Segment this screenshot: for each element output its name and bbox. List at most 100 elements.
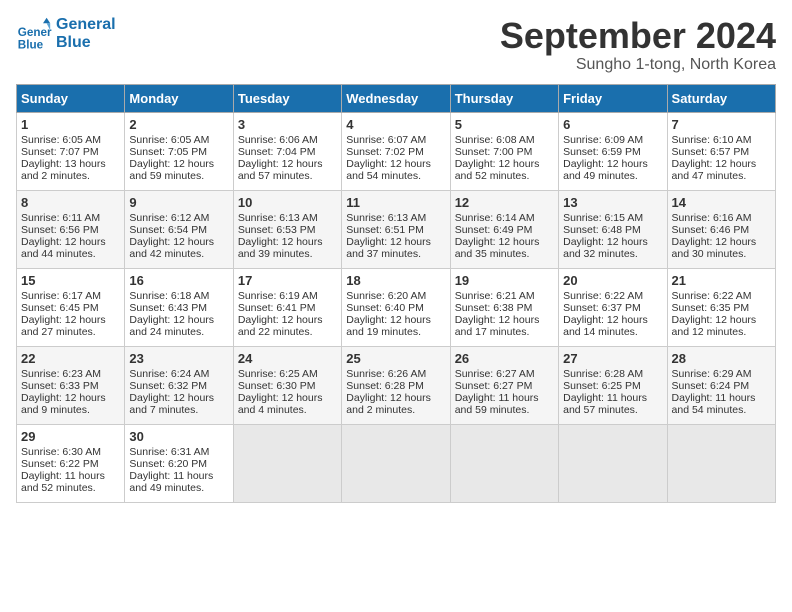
day-number: 5 xyxy=(455,117,554,132)
calendar-cell: 30Sunrise: 6:31 AMSunset: 6:20 PMDayligh… xyxy=(125,424,233,502)
calendar-cell: 13Sunrise: 6:15 AMSunset: 6:48 PMDayligh… xyxy=(559,190,667,268)
day-info: Daylight: 12 hours xyxy=(563,314,662,326)
calendar-cell: 22Sunrise: 6:23 AMSunset: 6:33 PMDayligh… xyxy=(17,346,125,424)
day-number: 23 xyxy=(129,351,228,366)
day-number: 8 xyxy=(21,195,120,210)
day-info: Sunset: 6:59 PM xyxy=(563,146,662,158)
day-info: and 12 minutes. xyxy=(672,326,771,338)
day-info: and 52 minutes. xyxy=(455,170,554,182)
calendar-cell: 17Sunrise: 6:19 AMSunset: 6:41 PMDayligh… xyxy=(233,268,341,346)
day-info: Daylight: 12 hours xyxy=(346,158,445,170)
day-info: Daylight: 12 hours xyxy=(672,236,771,248)
calendar-cell: 15Sunrise: 6:17 AMSunset: 6:45 PMDayligh… xyxy=(17,268,125,346)
day-info: and 47 minutes. xyxy=(672,170,771,182)
day-info: and 27 minutes. xyxy=(21,326,120,338)
day-number: 20 xyxy=(563,273,662,288)
day-info: Sunset: 6:53 PM xyxy=(238,224,337,236)
day-info: Sunset: 6:54 PM xyxy=(129,224,228,236)
day-info: Daylight: 12 hours xyxy=(672,314,771,326)
calendar-cell xyxy=(667,424,775,502)
day-info: Sunrise: 6:08 AM xyxy=(455,134,554,146)
day-info: Sunrise: 6:16 AM xyxy=(672,212,771,224)
day-info: Daylight: 12 hours xyxy=(346,314,445,326)
day-info: and 17 minutes. xyxy=(455,326,554,338)
day-info: Sunrise: 6:12 AM xyxy=(129,212,228,224)
day-info: and 57 minutes. xyxy=(563,404,662,416)
day-info: Sunset: 6:38 PM xyxy=(455,302,554,314)
day-info: Sunset: 6:40 PM xyxy=(346,302,445,314)
calendar-cell: 26Sunrise: 6:27 AMSunset: 6:27 PMDayligh… xyxy=(450,346,558,424)
day-info: Sunrise: 6:13 AM xyxy=(346,212,445,224)
day-info: Daylight: 12 hours xyxy=(21,236,120,248)
calendar-cell: 27Sunrise: 6:28 AMSunset: 6:25 PMDayligh… xyxy=(559,346,667,424)
day-info: Daylight: 12 hours xyxy=(346,392,445,404)
calendar-cell: 20Sunrise: 6:22 AMSunset: 6:37 PMDayligh… xyxy=(559,268,667,346)
day-info: and 57 minutes. xyxy=(238,170,337,182)
day-number: 25 xyxy=(346,351,445,366)
day-info: Sunset: 7:04 PM xyxy=(238,146,337,158)
day-info: and 2 minutes. xyxy=(21,170,120,182)
day-info: Daylight: 12 hours xyxy=(455,158,554,170)
day-info: and 44 minutes. xyxy=(21,248,120,260)
day-info: Daylight: 12 hours xyxy=(563,236,662,248)
day-info: Sunrise: 6:24 AM xyxy=(129,368,228,380)
day-info: Sunrise: 6:30 AM xyxy=(21,446,120,458)
logo: General Blue General Blue xyxy=(16,16,116,52)
day-number: 26 xyxy=(455,351,554,366)
day-info: Daylight: 12 hours xyxy=(238,314,337,326)
day-info: Daylight: 12 hours xyxy=(238,392,337,404)
day-number: 9 xyxy=(129,195,228,210)
calendar-week-row: 29Sunrise: 6:30 AMSunset: 6:22 PMDayligh… xyxy=(17,424,776,502)
day-info: Sunrise: 6:05 AM xyxy=(129,134,228,146)
day-info: Sunrise: 6:25 AM xyxy=(238,368,337,380)
calendar-table: SundayMondayTuesdayWednesdayThursdayFrid… xyxy=(16,84,776,503)
day-info: Sunset: 6:43 PM xyxy=(129,302,228,314)
day-number: 22 xyxy=(21,351,120,366)
day-info: Daylight: 12 hours xyxy=(238,158,337,170)
calendar-cell xyxy=(233,424,341,502)
day-number: 30 xyxy=(129,429,228,444)
day-number: 1 xyxy=(21,117,120,132)
svg-text:General: General xyxy=(18,26,52,39)
calendar-cell: 29Sunrise: 6:30 AMSunset: 6:22 PMDayligh… xyxy=(17,424,125,502)
day-info: and 54 minutes. xyxy=(346,170,445,182)
day-info: and 59 minutes. xyxy=(129,170,228,182)
day-number: 15 xyxy=(21,273,120,288)
day-info: Sunrise: 6:17 AM xyxy=(21,290,120,302)
day-info: Sunset: 7:07 PM xyxy=(21,146,120,158)
day-info: and 37 minutes. xyxy=(346,248,445,260)
calendar-cell: 3Sunrise: 6:06 AMSunset: 7:04 PMDaylight… xyxy=(233,112,341,190)
day-info: Sunrise: 6:22 AM xyxy=(563,290,662,302)
day-info: Sunset: 6:56 PM xyxy=(21,224,120,236)
header-monday: Monday xyxy=(125,84,233,112)
day-number: 19 xyxy=(455,273,554,288)
day-info: Sunrise: 6:29 AM xyxy=(672,368,771,380)
calendar-cell: 18Sunrise: 6:20 AMSunset: 6:40 PMDayligh… xyxy=(342,268,450,346)
location: Sungho 1-tong, North Korea xyxy=(500,56,776,74)
header-friday: Friday xyxy=(559,84,667,112)
day-info: and 49 minutes. xyxy=(563,170,662,182)
day-number: 10 xyxy=(238,195,337,210)
day-info: Daylight: 13 hours xyxy=(21,158,120,170)
logo-icon: General Blue xyxy=(16,16,52,52)
day-info: and 32 minutes. xyxy=(563,248,662,260)
day-info: and 54 minutes. xyxy=(672,404,771,416)
day-info: Sunset: 7:05 PM xyxy=(129,146,228,158)
day-info: Daylight: 12 hours xyxy=(21,392,120,404)
day-info: Daylight: 11 hours xyxy=(563,392,662,404)
day-info: Daylight: 12 hours xyxy=(346,236,445,248)
svg-text:Blue: Blue xyxy=(18,38,44,51)
day-info: Sunset: 6:24 PM xyxy=(672,380,771,392)
day-info: Sunset: 6:51 PM xyxy=(346,224,445,236)
day-info: and 7 minutes. xyxy=(129,404,228,416)
calendar-cell xyxy=(450,424,558,502)
day-info: Sunrise: 6:19 AM xyxy=(238,290,337,302)
day-info: Sunset: 6:57 PM xyxy=(672,146,771,158)
day-number: 17 xyxy=(238,273,337,288)
calendar-cell: 1Sunrise: 6:05 AMSunset: 7:07 PMDaylight… xyxy=(17,112,125,190)
day-number: 24 xyxy=(238,351,337,366)
day-number: 28 xyxy=(672,351,771,366)
calendar-week-row: 1Sunrise: 6:05 AMSunset: 7:07 PMDaylight… xyxy=(17,112,776,190)
day-info: Daylight: 12 hours xyxy=(21,314,120,326)
calendar-cell: 9Sunrise: 6:12 AMSunset: 6:54 PMDaylight… xyxy=(125,190,233,268)
